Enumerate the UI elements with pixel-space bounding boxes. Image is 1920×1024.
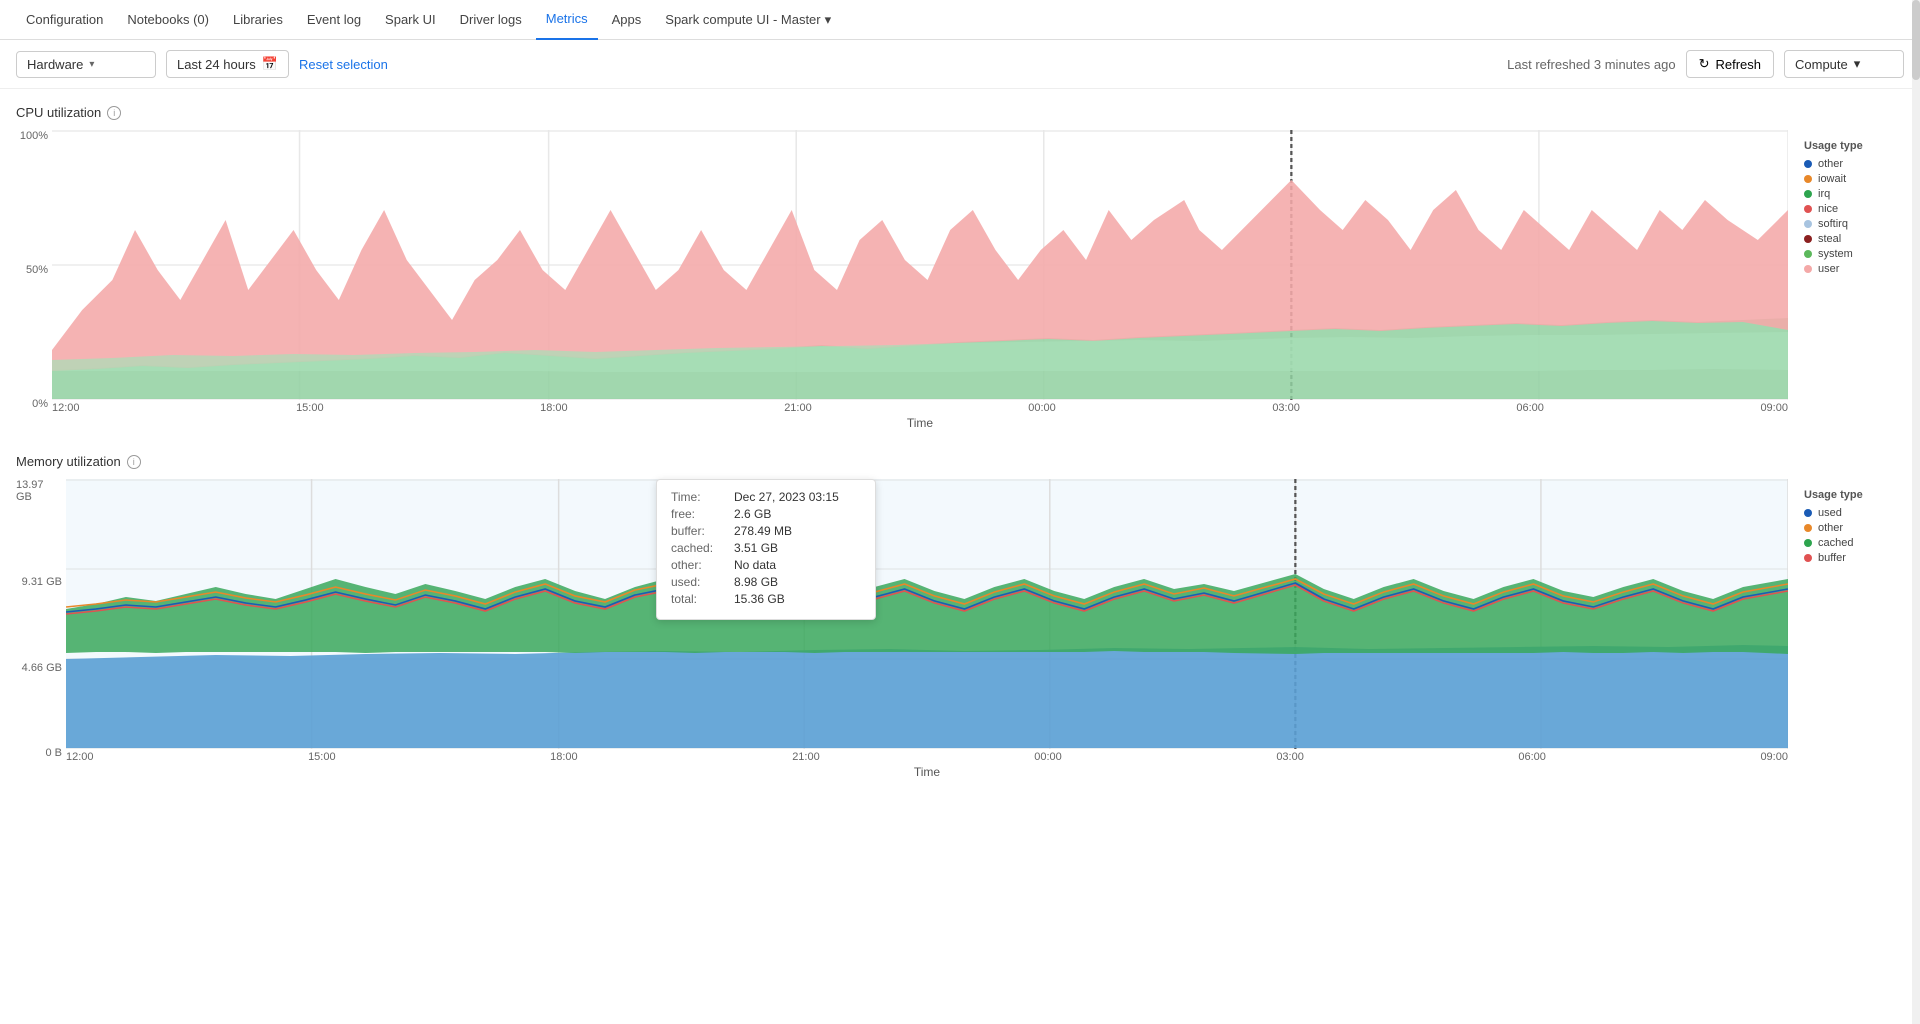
cpu-legend-other: other (1804, 158, 1904, 170)
refresh-icon: ↻ (1699, 56, 1710, 72)
cpu-legend-user-dot (1804, 265, 1812, 273)
toolbar: Hardware ▾ Last 24 hours 📅 Reset selecti… (0, 40, 1920, 89)
nav-metrics[interactable]: Metrics (536, 0, 598, 40)
mem-x-label-2100: 21:00 (792, 751, 820, 763)
cpu-legend-user: user (1804, 263, 1904, 275)
nav-sparkui[interactable]: Spark UI (375, 0, 446, 40)
cpu-legend-title: Usage type (1804, 140, 1904, 152)
compute-select[interactable]: Compute ▾ (1784, 50, 1904, 78)
chevron-down-icon: ▾ (825, 12, 832, 28)
nav-libraries[interactable]: Libraries (223, 0, 293, 40)
cpu-x-label-0600: 06:00 (1516, 402, 1544, 414)
mem-legend-buffer: buffer (1804, 552, 1904, 564)
cpu-chart-container: 100% 50% 0% (16, 130, 1788, 430)
mem-y-label-3: 4.66 GB (22, 662, 62, 674)
mem-y-label-bottom: 0 B (45, 747, 62, 759)
cpu-legend: Usage type other iowait irq nice (1804, 130, 1904, 430)
memory-info-icon[interactable]: i (127, 455, 141, 469)
cpu-legend-iowait: iowait (1804, 173, 1904, 185)
cpu-x-label-0900: 09:00 (1760, 402, 1788, 414)
cpu-legend-nice-dot (1804, 205, 1812, 213)
cpu-chart-title: CPU utilization (16, 105, 101, 120)
nav-configuration[interactable]: Configuration (16, 0, 113, 40)
cpu-legend-steal-dot (1804, 235, 1812, 243)
mem-legend-used: used (1804, 507, 1904, 519)
mem-legend-cached-dot (1804, 539, 1812, 547)
cpu-y-label-50: 50% (26, 264, 48, 276)
cpu-x-label-0000: 00:00 (1028, 402, 1056, 414)
refresh-info-text: Last refreshed 3 minutes ago (1507, 57, 1675, 72)
chevron-down-icon: ▾ (1854, 56, 1861, 72)
cpu-legend-softirq: softirq (1804, 218, 1904, 230)
nav-sparkcomputeui[interactable]: Spark compute UI - Master ▾ (655, 0, 841, 40)
cpu-legend-system-dot (1804, 250, 1812, 258)
nav-driverlogs[interactable]: Driver logs (450, 0, 532, 40)
main-content: CPU utilization i 100% 50% 0% (0, 89, 1920, 1021)
mem-legend-other-dot (1804, 524, 1812, 532)
cpu-x-label-0300: 03:00 (1272, 402, 1300, 414)
mem-legend-buffer-dot (1804, 554, 1812, 562)
mem-x-label-0300: 03:00 (1276, 751, 1304, 763)
memory-chart-title: Memory utilization (16, 454, 121, 469)
mem-legend-cached: cached (1804, 537, 1904, 549)
date-range-select[interactable]: Last 24 hours 📅 (166, 50, 289, 78)
reset-selection-button[interactable]: Reset selection (299, 57, 388, 72)
nav-apps[interactable]: Apps (602, 0, 652, 40)
cpu-y-label-0: 0% (32, 398, 48, 410)
memory-chart-section: Memory utilization i 13.97 GB 9.31 GB 4.… (16, 454, 1904, 779)
cpu-legend-nice: nice (1804, 203, 1904, 215)
cpu-chart-svg (52, 130, 1788, 400)
cpu-y-label-100: 100% (20, 130, 48, 142)
cpu-x-label-2100: 21:00 (784, 402, 812, 414)
scrollbar-track[interactable] (1912, 0, 1920, 1024)
cpu-legend-irq: irq (1804, 188, 1904, 200)
cpu-info-icon[interactable]: i (107, 106, 121, 120)
cpu-legend-iowait-dot (1804, 175, 1812, 183)
mem-x-label-0600: 06:00 (1518, 751, 1546, 763)
chevron-down-icon: ▾ (89, 59, 94, 70)
memory-chart-container: 13.97 GB 9.31 GB 4.66 GB 0 B (16, 479, 1788, 779)
refresh-button[interactable]: ↻ Refresh (1686, 50, 1774, 78)
cpu-x-label-1200: 12:00 (52, 402, 80, 414)
mem-y-label-top: 13.97 GB (16, 479, 62, 503)
cpu-x-label-1800: 18:00 (540, 402, 568, 414)
top-navigation: Configuration Notebooks (0) Libraries Ev… (0, 0, 1920, 40)
cpu-x-label-1500: 15:00 (296, 402, 324, 414)
mem-x-label-1200: 12:00 (66, 751, 94, 763)
calendar-icon: 📅 (262, 56, 278, 72)
memory-chart-svg (66, 479, 1788, 749)
mem-x-label-0000: 00:00 (1034, 751, 1062, 763)
mem-x-label-1800: 18:00 (550, 751, 578, 763)
mem-legend-other: other (1804, 522, 1904, 534)
mem-legend-used-dot (1804, 509, 1812, 517)
cpu-x-title: Time (52, 416, 1788, 430)
cpu-legend-softirq-dot (1804, 220, 1812, 228)
cpu-legend-irq-dot (1804, 190, 1812, 198)
cpu-chart-section: CPU utilization i 100% 50% 0% (16, 105, 1904, 430)
cpu-legend-system: system (1804, 248, 1904, 260)
mem-y-label-2: 9.31 GB (22, 576, 62, 588)
mem-x-label-0900: 09:00 (1760, 751, 1788, 763)
nav-notebooks[interactable]: Notebooks (0) (117, 0, 219, 40)
scrollbar-thumb[interactable] (1912, 0, 1920, 80)
hardware-select[interactable]: Hardware ▾ (16, 51, 156, 78)
cpu-legend-other-dot (1804, 160, 1812, 168)
nav-eventlog[interactable]: Event log (297, 0, 371, 40)
memory-legend-title: Usage type (1804, 489, 1904, 501)
mem-x-label-1500: 15:00 (308, 751, 336, 763)
memory-legend: Usage type used other cached buffer (1804, 479, 1904, 779)
memory-x-title: Time (66, 765, 1788, 779)
cpu-legend-steal: steal (1804, 233, 1904, 245)
